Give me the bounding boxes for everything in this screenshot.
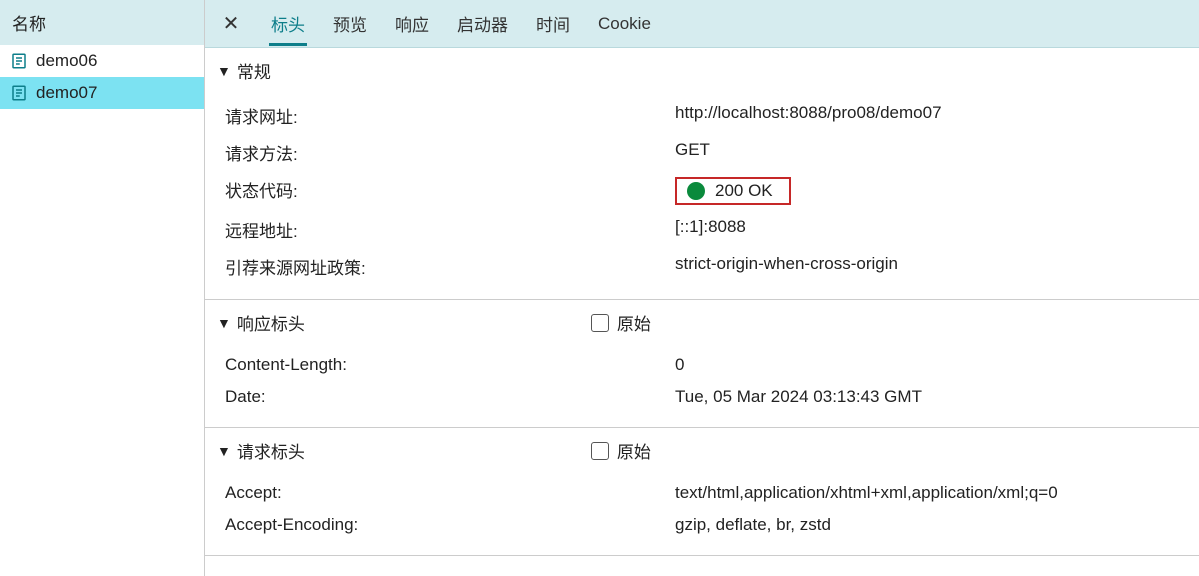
sidebar-item-label: demo06 [36,51,97,71]
raw-label: 原始 [617,310,651,335]
section-response-headers: ▼ 响应标头 原始 Content-Length: 0 Date: Tue, 0… [205,300,1199,428]
file-icon [10,52,28,70]
kv-label: 请求网址: [225,103,675,128]
status-code-value: 200 OK [675,177,1179,205]
details-tabbar: ✕ 标头 预览 响应 启动器 时间 Cookie [205,0,1199,48]
response-header-row: Date: Tue, 05 Mar 2024 03:13:43 GMT [205,381,1199,413]
tab-cookies[interactable]: Cookie [596,4,653,44]
section-title: 请求标头 [237,438,305,463]
section-request-headers-header[interactable]: ▼ 请求标头 原始 [205,428,1199,473]
general-row: 状态代码: 200 OK [205,171,1199,211]
section-request-headers: ▼ 请求标头 原始 Accept: text/html,application/… [205,428,1199,556]
raw-toggle[interactable]: 原始 [591,438,651,463]
close-button[interactable]: ✕ [217,10,245,38]
kv-value: 0 [675,355,1179,375]
general-row: 远程地址: [::1]:8088 [205,211,1199,248]
raw-label: 原始 [617,438,651,463]
tab-response[interactable]: 响应 [393,1,431,46]
section-general-header[interactable]: ▼ 常规 [205,48,1199,93]
request-header-row: Accept: text/html,application/xhtml+xml,… [205,477,1199,509]
kv-label: Accept-Encoding: [225,515,675,535]
kv-value: GET [675,140,1179,165]
general-row: 引荐来源网址政策: strict-origin-when-cross-origi… [205,248,1199,285]
disclosure-icon: ▼ [217,443,231,459]
sidebar-header: 名称 [0,0,204,45]
kv-value: text/html,application/xhtml+xml,applicat… [675,483,1179,503]
sidebar-item-demo06[interactable]: demo06 [0,45,204,77]
kv-value: strict-origin-when-cross-origin [675,254,1179,279]
file-icon [10,84,28,102]
sidebar-item-demo07[interactable]: demo07 [0,77,204,109]
kv-value: [::1]:8088 [675,217,1179,242]
request-list-sidebar: 名称 demo06 demo07 [0,0,205,576]
kv-label: 状态代码: [225,177,675,205]
tab-initiator[interactable]: 启动器 [455,1,510,46]
status-text: 200 OK [715,181,773,201]
response-header-row: Content-Length: 0 [205,349,1199,381]
section-response-headers-header[interactable]: ▼ 响应标头 原始 [205,300,1199,345]
disclosure-icon: ▼ [217,63,231,79]
tab-headers[interactable]: 标头 [269,1,307,46]
kv-label: Date: [225,387,675,407]
kv-value: http://localhost:8088/pro08/demo07 [675,103,1179,128]
disclosure-icon: ▼ [217,315,231,331]
checkbox-icon[interactable] [591,442,609,460]
tab-preview[interactable]: 预览 [331,1,369,46]
kv-label: Content-Length: [225,355,675,375]
kv-label: 引荐来源网址政策: [225,254,675,279]
raw-toggle[interactable]: 原始 [591,310,651,335]
status-dot-icon [687,182,705,200]
kv-label: 请求方法: [225,140,675,165]
tab-timing[interactable]: 时间 [534,1,572,46]
kv-label: Accept: [225,483,675,503]
section-general: ▼ 常规 请求网址: http://localhost:8088/pro08/d… [205,48,1199,300]
kv-label: 远程地址: [225,217,675,242]
general-row: 请求网址: http://localhost:8088/pro08/demo07 [205,97,1199,134]
details-pane: ✕ 标头 预览 响应 启动器 时间 Cookie ▼ 常规 请求网址: http… [205,0,1199,576]
kv-value: gzip, deflate, br, zstd [675,515,1179,535]
kv-value: Tue, 05 Mar 2024 03:13:43 GMT [675,387,1179,407]
general-row: 请求方法: GET [205,134,1199,171]
section-title: 响应标头 [237,310,305,335]
status-highlight: 200 OK [675,177,791,205]
request-header-row: Accept-Encoding: gzip, deflate, br, zstd [205,509,1199,541]
checkbox-icon[interactable] [591,314,609,332]
sidebar-item-label: demo07 [36,83,97,103]
section-title: 常规 [237,58,271,83]
